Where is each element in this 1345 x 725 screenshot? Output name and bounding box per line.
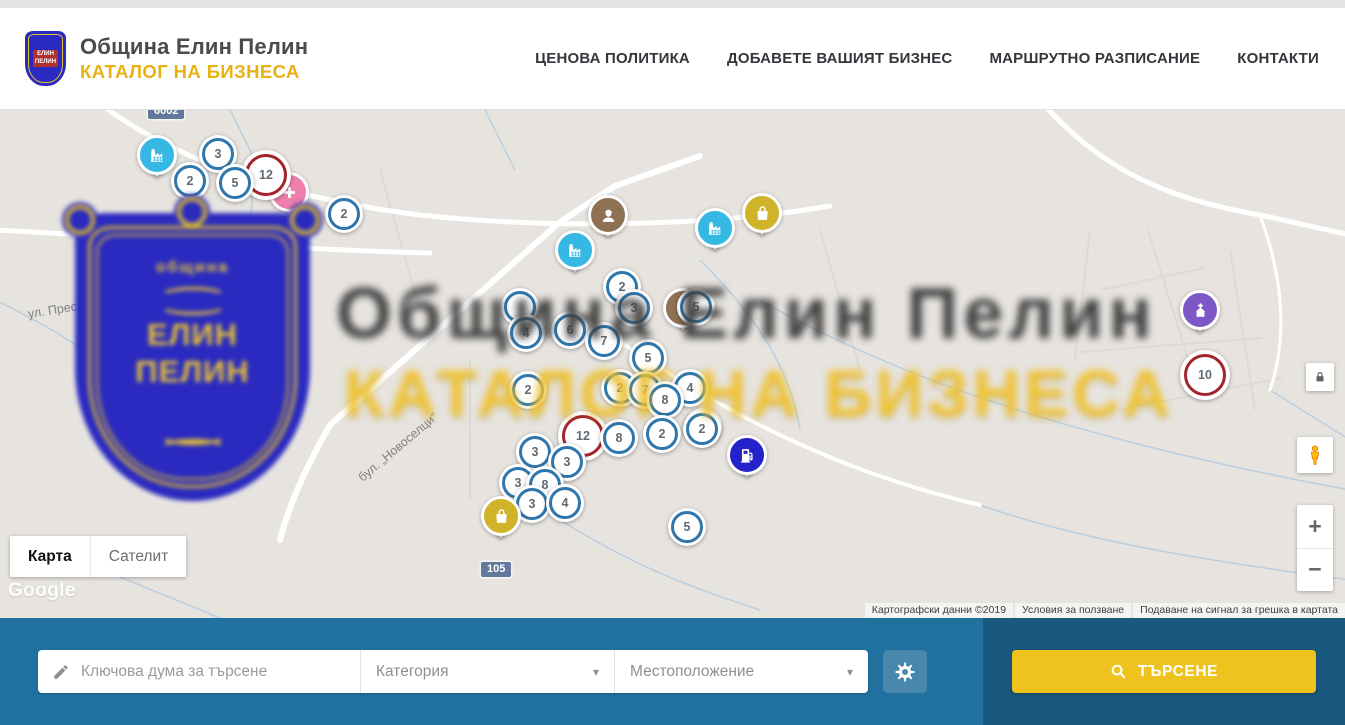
map-marker-cluster[interactable]: 2 — [683, 410, 721, 448]
site-title: Община Елин Пелин — [80, 34, 308, 60]
search-button[interactable]: ТЪРСЕНЕ — [1012, 650, 1316, 693]
lock-control[interactable] — [1306, 363, 1334, 391]
gear-icon — [894, 661, 916, 683]
map-marker-pin-factory[interactable] — [137, 135, 177, 175]
crest-name: ЕЛИН ПЕЛИН — [33, 50, 58, 68]
nav-item-route-schedule[interactable]: МАРШРУТНО РАЗПИСАНИЕ — [989, 50, 1200, 67]
map-marker-cluster[interactable]: 2 — [509, 371, 547, 409]
nav-item-contacts[interactable]: КОНТАКТИ — [1237, 50, 1319, 67]
map-marker-pin-worker[interactable] — [588, 195, 628, 235]
lock-icon — [1313, 370, 1327, 384]
search-bar-right: ТЪРСЕНЕ — [983, 618, 1345, 725]
map-marker-cluster[interactable]: 4 — [546, 484, 584, 522]
map-marker-cluster[interactable]: 2 — [325, 195, 363, 233]
map-marker-cluster[interactable]: 7 — [585, 322, 623, 360]
attribution-copyright: Картографски данни ©2019 — [865, 603, 1013, 618]
map-marker-pin-bag[interactable] — [481, 496, 521, 536]
zoom-in-button[interactable]: + — [1297, 505, 1333, 549]
header: ЕЛИН ПЕЛИН Община Елин Пелин КАТАЛОГ НА … — [0, 8, 1345, 110]
location-select[interactable]: Местоположение ▾ — [614, 650, 868, 693]
category-value: Категория — [376, 663, 448, 681]
map-marker-pin-bag[interactable] — [742, 193, 782, 233]
map-type-map-button[interactable]: Карта — [10, 536, 90, 577]
pegman-icon — [1304, 444, 1326, 466]
nav-item-add-business[interactable]: ДОБАВЕТЕ ВАШИЯТ БИЗНЕС — [727, 50, 952, 67]
map-attribution: Картографски данни ©2019 Условия за полз… — [863, 603, 1345, 618]
map-marker-cluster[interactable]: 6 — [551, 311, 589, 349]
main-nav: ЦЕНОВА ПОЛИТИКА ДОБАВЕТЕ ВАШИЯТ БИЗНЕС М… — [535, 50, 1345, 67]
map-marker-cluster[interactable]: 2 — [643, 415, 681, 453]
category-select[interactable]: Категория ▾ — [360, 650, 614, 693]
search-icon — [1110, 663, 1127, 680]
map-marker-cluster[interactable]: 5 — [677, 288, 715, 326]
search-button-label: ТЪРСЕНЕ — [1138, 663, 1218, 681]
brand-text: Община Елин Пелин КАТАЛОГ НА БИЗНЕСА — [80, 34, 308, 83]
map-markers-layer: 312252235647522748212822333834510 — [0, 110, 1345, 618]
site-subtitle: КАТАЛОГ НА БИЗНЕСА — [80, 61, 308, 83]
map-canvas[interactable]: ул. Преславбул. „Новоселци“ци“6002105 31… — [0, 110, 1345, 618]
location-value: Местоположение — [630, 663, 754, 681]
map-marker-pin-church[interactable] — [1180, 290, 1220, 330]
zoom-out-button[interactable]: − — [1297, 549, 1333, 592]
chevron-down-icon: ▾ — [593, 665, 599, 679]
map-marker-cluster[interactable]: 10 — [1180, 350, 1230, 400]
search-bar-left: Категория ▾ Местоположение ▾ — [0, 618, 983, 725]
map-type-control: Карта Сателит — [10, 536, 186, 577]
chevron-down-icon: ▾ — [847, 665, 853, 679]
map-type-satellite-button[interactable]: Сателит — [90, 536, 186, 577]
pencil-icon — [52, 663, 70, 681]
municipality-crest-logo: ЕЛИН ПЕЛИН — [25, 31, 66, 86]
settings-button[interactable] — [883, 650, 927, 693]
search-input-group: Категория ▾ Местоположение ▾ — [38, 650, 868, 693]
nav-item-pricing-policy[interactable]: ЦЕНОВА ПОЛИТИКА — [535, 50, 690, 67]
map-marker-cluster[interactable]: 5 — [668, 508, 706, 546]
map-marker-cluster[interactable]: 4 — [507, 314, 545, 352]
pegman-control[interactable] — [1297, 437, 1333, 473]
brand[interactable]: ЕЛИН ПЕЛИН Община Елин Пелин КАТАЛОГ НА … — [0, 31, 308, 86]
report-map-error-link[interactable]: Подаване на сигнал за грешка в картата — [1133, 603, 1345, 618]
google-logo[interactable]: Google — [8, 580, 76, 602]
page: ЕЛИН ПЕЛИН Община Елин Пелин КАТАЛОГ НА … — [0, 0, 1345, 725]
map-marker-cluster[interactable]: 8 — [646, 381, 684, 419]
search-bar: Категория ▾ Местоположение ▾ — [0, 618, 1345, 725]
zoom-control: + − — [1297, 505, 1333, 591]
map-marker-pin-factory[interactable] — [555, 230, 595, 270]
map-marker-pin-fuel[interactable] — [727, 435, 767, 475]
map-marker-pin-factory[interactable] — [695, 208, 735, 248]
terms-of-use-link[interactable]: Условия за ползване — [1015, 603, 1131, 618]
map-marker-cluster[interactable]: 8 — [600, 419, 638, 457]
map-marker-cluster[interactable]: 5 — [216, 164, 254, 202]
map-marker-cluster[interactable]: 3 — [615, 289, 653, 327]
keyword-field[interactable] — [38, 650, 360, 693]
keyword-input[interactable] — [81, 663, 346, 681]
